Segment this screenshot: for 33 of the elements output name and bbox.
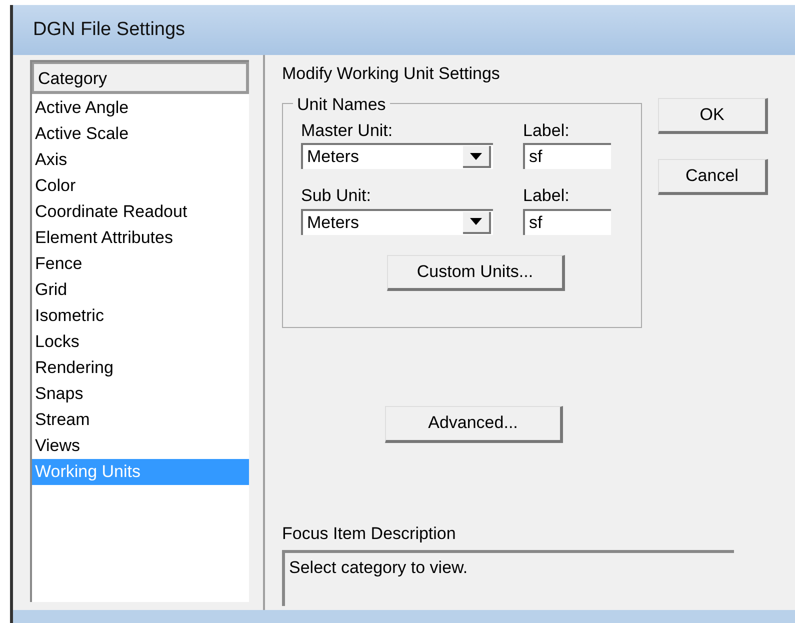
list-header[interactable]: Category	[32, 62, 249, 94]
label-field[interactable]: sf	[523, 143, 611, 169]
panel-title: Modify Working Unit Settings	[282, 63, 501, 85]
field-label: Sub Unit:	[301, 185, 372, 207]
dialog-button[interactable]: Cancel	[658, 159, 768, 195]
label-field[interactable]: sf	[523, 208, 611, 234]
advanced-button[interactable]: Advanced...	[385, 406, 563, 442]
category-item[interactable]: Locks	[32, 329, 249, 355]
dialog-button[interactable]: OK	[658, 98, 768, 134]
category-item[interactable]: Stream	[32, 407, 249, 433]
field-label: Master Unit:	[301, 120, 394, 142]
category-item[interactable]: Active Scale	[32, 121, 249, 147]
category-item[interactable]: Snaps	[32, 381, 249, 407]
dropdown-arrow-icon	[470, 152, 482, 160]
description-box: Select category to view.	[282, 550, 734, 606]
description-label: Focus Item Description	[282, 522, 457, 544]
category-item[interactable]: Active Angle	[32, 95, 249, 121]
dropdown-arrow-icon	[470, 218, 482, 225]
category-item[interactable]: Fence	[32, 251, 249, 277]
category-item[interactable]: Isometric	[32, 303, 249, 329]
unit-dropdown[interactable]: Meters	[301, 208, 493, 234]
window-title: DGN File Settings	[33, 18, 186, 42]
category-item[interactable]: Views	[32, 433, 249, 459]
category-item[interactable]: Element Attributes	[32, 225, 249, 251]
category-item[interactable]: Grid	[32, 277, 249, 303]
category-item[interactable]: Coordinate Readout	[32, 199, 249, 225]
category-item[interactable]: Rendering	[32, 355, 249, 381]
field-label: Label:	[523, 120, 570, 142]
custom-units-button[interactable]: Custom Units...	[387, 254, 565, 290]
category-item[interactable]: Color	[32, 173, 249, 199]
unit-dropdown[interactable]: Meters	[301, 143, 493, 169]
category-item[interactable]: Axis	[32, 147, 249, 173]
field-label: Label:	[523, 185, 570, 207]
